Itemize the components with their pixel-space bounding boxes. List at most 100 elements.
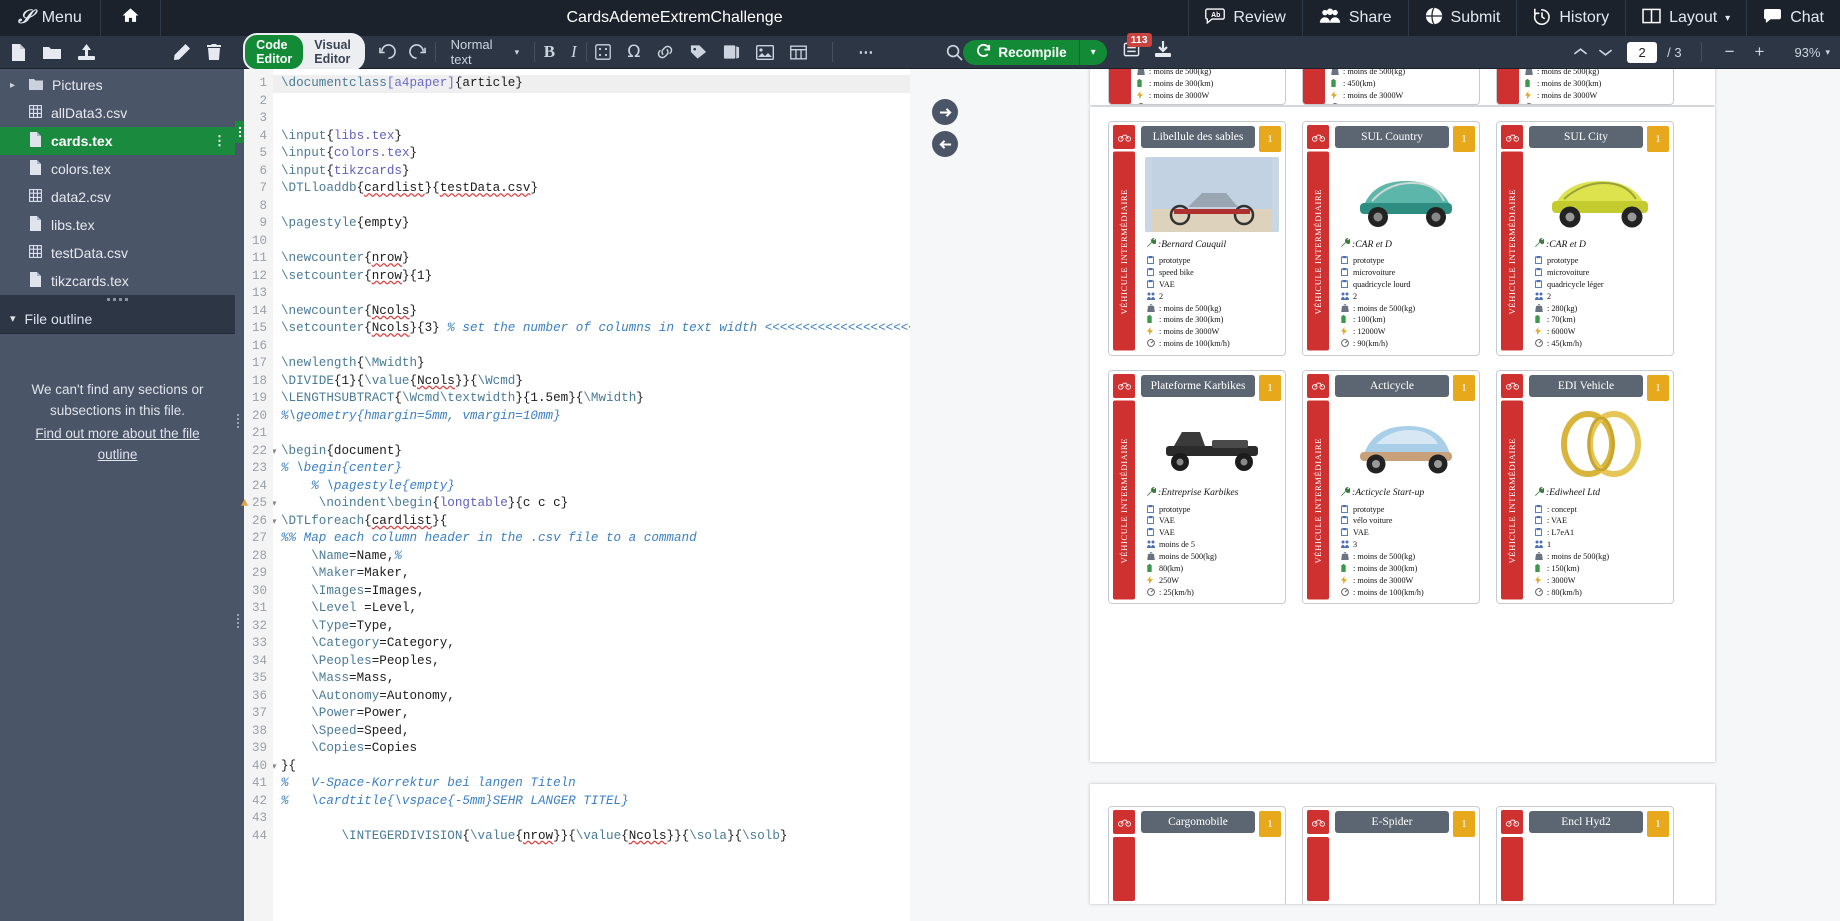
code-line[interactable]: \newcounter{nrow} xyxy=(281,250,910,268)
goto-pdf-location-button[interactable] xyxy=(932,99,958,125)
citation-icon[interactable] xyxy=(723,44,740,60)
zoom-out-button[interactable]: − xyxy=(1721,42,1739,62)
fold-icon[interactable]: ▾ xyxy=(273,514,277,532)
upload-icon[interactable] xyxy=(78,43,95,61)
goto-code-location-button[interactable] xyxy=(932,131,958,157)
file-outline-header[interactable]: ▾ File outline xyxy=(0,304,235,334)
table-icon[interactable] xyxy=(790,45,808,60)
rename-icon[interactable] xyxy=(174,44,191,60)
text-style-select[interactable]: Normal text ▾ xyxy=(445,37,525,67)
download-pdf-button[interactable] xyxy=(1154,41,1172,63)
code-line[interactable]: %% Map each column header in the .csv fi… xyxy=(281,530,910,548)
chevron-right-icon[interactable]: ▸ xyxy=(10,80,20,91)
code-line[interactable]: \newcounter{Ncols} xyxy=(281,303,910,321)
code-line[interactable]: % \cardtitle{\vspace{-5mm}SEHR LANGER TI… xyxy=(281,793,910,811)
pdf-scroll-area[interactable]: : moins de 500(kg): moins de 300(km): mo… xyxy=(965,69,1840,921)
code-line[interactable]: \LENGTHSUBTRACT{\Wcmd\textwidth}{1.5em}{… xyxy=(281,390,910,408)
code-line[interactable]: % \pagestyle{empty} xyxy=(281,478,910,496)
code-line[interactable]: ▾ \noindent\begin{longtable}{c c c} xyxy=(273,495,910,513)
fold-icon[interactable]: ▾ xyxy=(273,496,277,514)
warning-icon[interactable]: ▲ xyxy=(241,495,248,513)
layout-button[interactable]: Layout ▾ xyxy=(1625,0,1746,36)
code-line[interactable]: \Copies=Copies xyxy=(281,740,910,758)
zoom-level-select[interactable]: 93% ▾ xyxy=(1794,45,1830,60)
code-line[interactable]: \Category=Category, xyxy=(281,635,910,653)
tab-code-editor[interactable]: Code Editor xyxy=(245,35,304,69)
code-editor[interactable]: 1 2 3 4 5 6 7 8 9 10 11 12 13 14 15 16 17 18 19 20 21 22 23 24 ▲… xyxy=(235,69,910,921)
history-button[interactable]: History xyxy=(1516,0,1625,36)
code-line[interactable] xyxy=(281,338,910,356)
code-line[interactable]: ▾}{ xyxy=(273,758,910,776)
code-line[interactable]: \Name=Name,% xyxy=(281,548,910,566)
code-line[interactable]: \Autonomy=Autonomy, xyxy=(281,688,910,706)
code-line[interactable]: % \begin{center} xyxy=(281,460,910,478)
code-line[interactable]: %\geometry{hmargin=5mm, vmargin=10mm} xyxy=(281,408,910,426)
chevron-down-icon[interactable] xyxy=(1598,47,1613,57)
recompile-options-button[interactable]: ▾ xyxy=(1078,39,1107,65)
file-tree-item-allData3-csv[interactable]: allData3.csv xyxy=(0,99,235,127)
code-line[interactable]: \Images=Images, xyxy=(281,583,910,601)
compile-log-button[interactable]: 113 xyxy=(1123,33,1152,63)
file-menu-icon[interactable]: ⋮ xyxy=(213,133,235,149)
tab-visual-editor[interactable]: Visual Editor xyxy=(303,35,363,69)
code-line[interactable] xyxy=(281,425,910,443)
code-line[interactable]: \DTLloaddb{cardlist}{testData.csv} xyxy=(281,180,910,198)
file-tree-item-testData-csv[interactable]: testData.csv xyxy=(0,239,235,267)
code-line[interactable]: \Mass=Mass, xyxy=(281,670,910,688)
code-line[interactable] xyxy=(281,198,910,216)
page-number-input[interactable] xyxy=(1627,41,1658,63)
code-line[interactable] xyxy=(281,810,910,828)
search-icon[interactable] xyxy=(946,44,963,61)
code-line[interactable]: \Type=Type, xyxy=(281,618,910,636)
code-line[interactable]: \input{tikzcards} xyxy=(281,163,910,181)
code-line[interactable]: \documentclass[a4paper]{article} xyxy=(273,75,910,93)
code-line[interactable]: \pagestyle{empty} xyxy=(281,215,910,233)
file-tree-item-cards-tex[interactable]: cards.tex ⋮ xyxy=(0,127,235,155)
chat-button[interactable]: Chat xyxy=(1746,0,1840,36)
code-line[interactable]: \Speed=Speed, xyxy=(281,723,910,741)
file-tree-item-Pictures[interactable]: ▸ Pictures xyxy=(0,71,235,99)
chevron-up-icon[interactable] xyxy=(1573,47,1588,57)
home-button[interactable] xyxy=(101,0,161,36)
code-line[interactable]: \setcounter{nrow}{1} xyxy=(281,268,910,286)
file-tree-item-data2-csv[interactable]: data2.csv xyxy=(0,183,235,211)
sidebar-resizer[interactable] xyxy=(0,295,235,304)
image-icon[interactable] xyxy=(756,44,775,60)
math-icon[interactable] xyxy=(595,44,612,60)
recompile-button[interactable]: Recompile xyxy=(963,39,1079,65)
zoom-in-button[interactable]: + xyxy=(1749,42,1771,62)
code-line[interactable] xyxy=(281,93,910,111)
new-folder-icon[interactable] xyxy=(43,45,61,60)
undo-icon[interactable] xyxy=(379,43,396,61)
fold-icon[interactable]: ▾ xyxy=(273,444,277,462)
code-line[interactable]: \input{colors.tex} xyxy=(281,145,910,163)
code-line[interactable]: \input{libs.tex} xyxy=(281,128,910,146)
code-line[interactable]: ▾ \DTLforeach{cardlist}{ xyxy=(273,513,910,531)
code-line[interactable]: \Maker=Maker, xyxy=(281,565,910,583)
code-line[interactable]: % V-Space-Korrektur bei langen Titeln xyxy=(281,775,910,793)
review-button[interactable]: Ab Review xyxy=(1188,0,1301,36)
more-icon[interactable]: ⋯ xyxy=(858,43,875,61)
code-line[interactable]: \setcounter{Ncols}{3} % set the number o… xyxy=(281,320,910,338)
file-tree-item-libs-tex[interactable]: libs.tex xyxy=(0,211,235,239)
file-tree-item-tikzcards-tex[interactable]: tikzcards.tex xyxy=(0,267,235,295)
omega-symbol-icon[interactable]: Ω xyxy=(627,42,640,62)
submit-button[interactable]: Submit xyxy=(1407,0,1517,36)
link-icon[interactable] xyxy=(656,44,674,60)
editor-mode-toggle[interactable]: Code Editor Visual Editor xyxy=(243,33,366,71)
code-line[interactable] xyxy=(281,110,910,128)
tag-icon[interactable] xyxy=(690,44,707,60)
file-tree-item-colors-tex[interactable]: colors.tex xyxy=(0,155,235,183)
code-line[interactable]: \Peoples=Peoples, xyxy=(281,653,910,671)
code-line[interactable]: \DIVIDE{1}{\value{Ncols}}{\Wcmd} xyxy=(281,373,910,391)
code-line[interactable]: \newlength{\Mwidth} xyxy=(281,355,910,373)
code-line[interactable] xyxy=(281,233,910,251)
redo-icon[interactable] xyxy=(409,43,426,61)
code-line[interactable]: \INTEGERDIVISION{\value{nrow}}{\value{Nc… xyxy=(281,828,910,846)
share-button[interactable]: Share xyxy=(1301,0,1408,36)
code-line[interactable] xyxy=(281,285,910,303)
bold-icon[interactable]: B xyxy=(544,42,555,62)
code-content[interactable]: \documentclass[a4paper]{article} \input{… xyxy=(273,69,910,921)
italic-icon[interactable]: I xyxy=(571,42,577,62)
menu-button[interactable]: 𝒮 Menu xyxy=(0,0,101,36)
